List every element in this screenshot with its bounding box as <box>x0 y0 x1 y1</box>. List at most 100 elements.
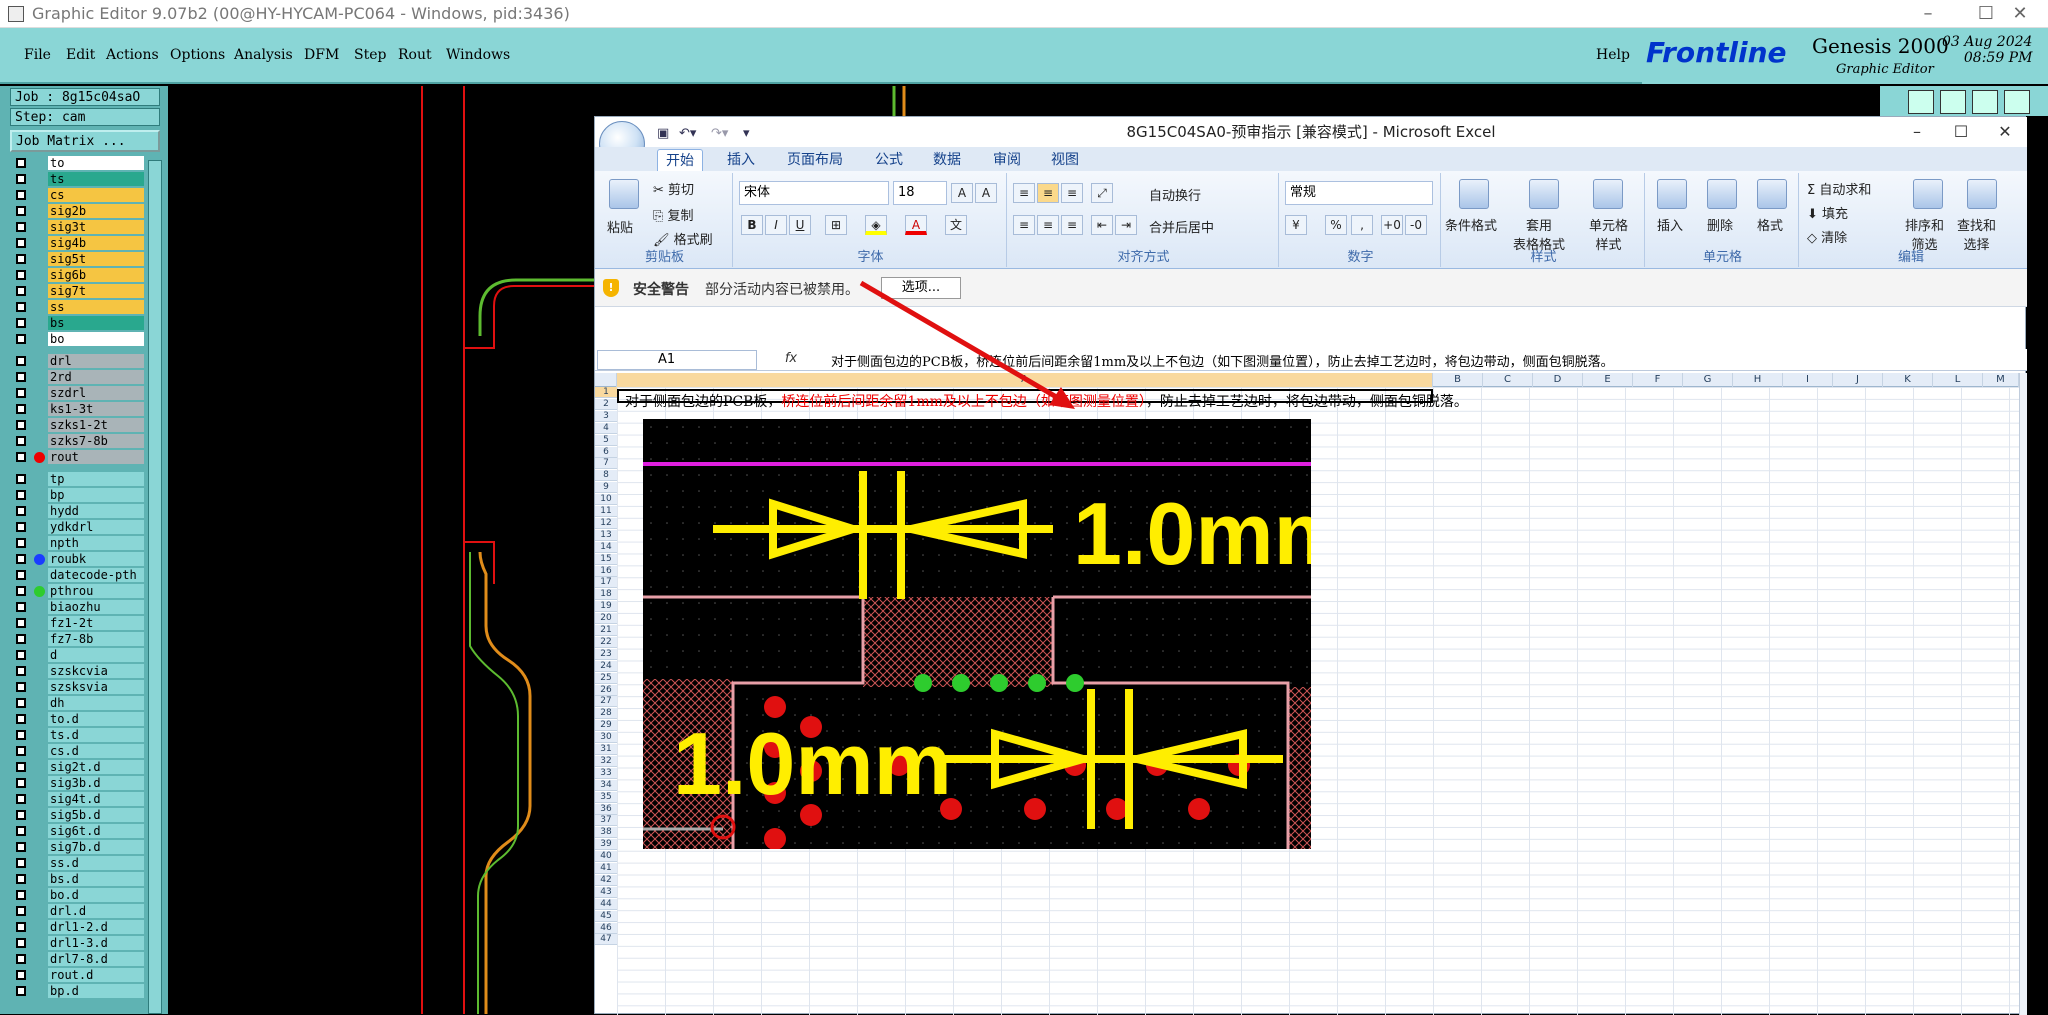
layer-name[interactable]: fz1-2t <box>48 616 144 630</box>
layer-name[interactable]: szskcvia <box>48 664 144 678</box>
close-button[interactable]: ✕ <box>1990 0 2048 28</box>
layer-name[interactable]: sig5t <box>48 252 144 266</box>
column-header-f[interactable]: F <box>1633 373 1683 387</box>
layer-checkbox[interactable] <box>16 356 26 366</box>
layer-row[interactable]: sig6b <box>12 268 144 282</box>
row-header[interactable]: 11 <box>595 506 617 517</box>
layer-name[interactable]: tp <box>48 472 144 486</box>
layer-name[interactable]: sig7t <box>48 284 144 298</box>
layer-name[interactable]: sig6t.d <box>48 824 144 838</box>
format-icon[interactable] <box>1757 179 1787 209</box>
tab-formulas[interactable]: 公式 <box>867 149 911 171</box>
layer-checkbox[interactable] <box>16 938 26 948</box>
fill-button[interactable]: ⬇ 填充 <box>1807 203 1848 222</box>
layer-checkbox[interactable] <box>16 842 26 852</box>
layer-name[interactable]: biaozhu <box>48 600 144 614</box>
comma-button[interactable]: , <box>1351 215 1373 235</box>
layer-name[interactable]: d <box>48 648 144 662</box>
paste-button[interactable]: 粘贴 <box>607 217 633 236</box>
row-header[interactable]: 17 <box>595 577 617 589</box>
layer-row[interactable]: fz1-2t <box>12 616 144 630</box>
layer-checkbox[interactable] <box>16 420 26 430</box>
layer-name[interactable]: szsksvia <box>48 680 144 694</box>
font-size-select[interactable]: 18 <box>893 181 947 205</box>
delete-icon[interactable] <box>1707 179 1737 209</box>
layer-checkbox[interactable] <box>16 586 26 596</box>
layer-row[interactable]: to.d <box>12 712 144 726</box>
layer-row[interactable]: sig4t.d <box>12 792 144 806</box>
layer-name[interactable]: npth <box>48 536 144 550</box>
menu-step[interactable]: Step <box>354 47 386 63</box>
decrease-decimal-button[interactable]: -0 <box>1405 215 1427 235</box>
layer-name[interactable]: drl7-8.d <box>48 952 144 966</box>
row-header[interactable]: 10 <box>595 494 617 506</box>
layer-checkbox[interactable] <box>16 270 26 280</box>
layer-checkbox[interactable] <box>16 302 26 312</box>
layer-name[interactable]: sig7b.d <box>48 840 144 854</box>
layer-row[interactable]: sig7t <box>12 284 144 298</box>
row-header[interactable]: 22 <box>595 636 617 648</box>
menu-actions[interactable]: Actions <box>106 47 159 63</box>
excel-minimize-button[interactable]: – <box>1895 117 1939 147</box>
layer-checkbox[interactable] <box>16 538 26 548</box>
layer-name[interactable]: ts.d <box>48 728 144 742</box>
row-header[interactable]: 21 <box>595 625 617 636</box>
conditional-format-icon[interactable] <box>1459 179 1489 209</box>
row-header[interactable]: 9 <box>595 482 617 494</box>
row-header[interactable]: 15 <box>595 553 617 565</box>
layer-row[interactable]: fz7-8b <box>12 632 144 646</box>
layer-checkbox[interactable] <box>16 206 26 216</box>
layer-checkbox[interactable] <box>16 826 26 836</box>
minimize-button[interactable]: – <box>1898 0 1958 28</box>
layer-checkbox[interactable] <box>16 698 26 708</box>
layer-name[interactable]: sig4b <box>48 236 144 250</box>
layer-row[interactable]: drl1-3.d <box>12 936 144 950</box>
layer-checkbox[interactable] <box>16 714 26 724</box>
row-header[interactable]: 2 <box>595 398 617 410</box>
redo-icon[interactable]: ↷▾ <box>711 126 728 141</box>
row-header[interactable]: 39 <box>595 839 617 851</box>
layer-name[interactable]: cs <box>48 188 144 202</box>
tab-view[interactable]: 视图 <box>1043 149 1087 171</box>
layer-checkbox[interactable] <box>16 858 26 868</box>
layer-checkbox[interactable] <box>16 810 26 820</box>
tab-page-layout[interactable]: 页面布局 <box>779 149 851 171</box>
layer-checkbox[interactable] <box>16 762 26 772</box>
shrink-font-button[interactable]: A <box>975 183 997 203</box>
layer-name[interactable]: sig3t <box>48 220 144 234</box>
layer-row[interactable]: sig7b.d <box>12 840 144 854</box>
row-header[interactable]: 20 <box>595 613 617 625</box>
layer-checkbox[interactable] <box>16 746 26 756</box>
format-cells-button[interactable]: 格式 <box>1757 215 1783 234</box>
layer-checkbox[interactable] <box>16 522 26 532</box>
layer-name[interactable]: szks1-2t <box>48 418 144 432</box>
layer-name[interactable]: drl <box>48 354 144 368</box>
layer-checkbox[interactable] <box>16 506 26 516</box>
layer-checkbox[interactable] <box>16 906 26 916</box>
layer-name[interactable]: pthrou <box>48 584 144 598</box>
save-icon[interactable]: ▣ <box>657 126 669 141</box>
row-header[interactable]: 4 <box>595 422 617 434</box>
increase-indent-button[interactable]: ⇥ <box>1115 215 1137 235</box>
layer-checkbox[interactable] <box>16 334 26 344</box>
layer-name[interactable]: rout <box>48 450 144 464</box>
menu-options[interactable]: Options <box>170 47 225 63</box>
layer-name[interactable]: drl.d <box>48 904 144 918</box>
layer-name[interactable]: bs <box>48 316 144 330</box>
row-header[interactable]: 32 <box>595 755 617 767</box>
layer-row[interactable]: rout <box>12 450 144 464</box>
layer-checkbox[interactable] <box>16 388 26 398</box>
layer-name[interactable]: szks7-8b <box>48 434 144 448</box>
layer-row[interactable]: dh <box>12 696 144 710</box>
row-header[interactable]: 18 <box>595 589 617 601</box>
layer-name[interactable]: drl1-2.d <box>48 920 144 934</box>
row-header[interactable]: 24 <box>595 660 617 672</box>
layer-row[interactable]: ss <box>12 300 144 314</box>
layer-row[interactable]: hydd <box>12 504 144 518</box>
layer-checkbox[interactable] <box>16 986 26 996</box>
layer-checkbox[interactable] <box>16 554 26 564</box>
tool-button-1[interactable] <box>1908 90 1934 114</box>
menu-edit[interactable]: Edit <box>66 47 95 63</box>
row-header[interactable]: 7 <box>595 458 617 470</box>
font-name-select[interactable]: 宋体 <box>739 181 889 205</box>
